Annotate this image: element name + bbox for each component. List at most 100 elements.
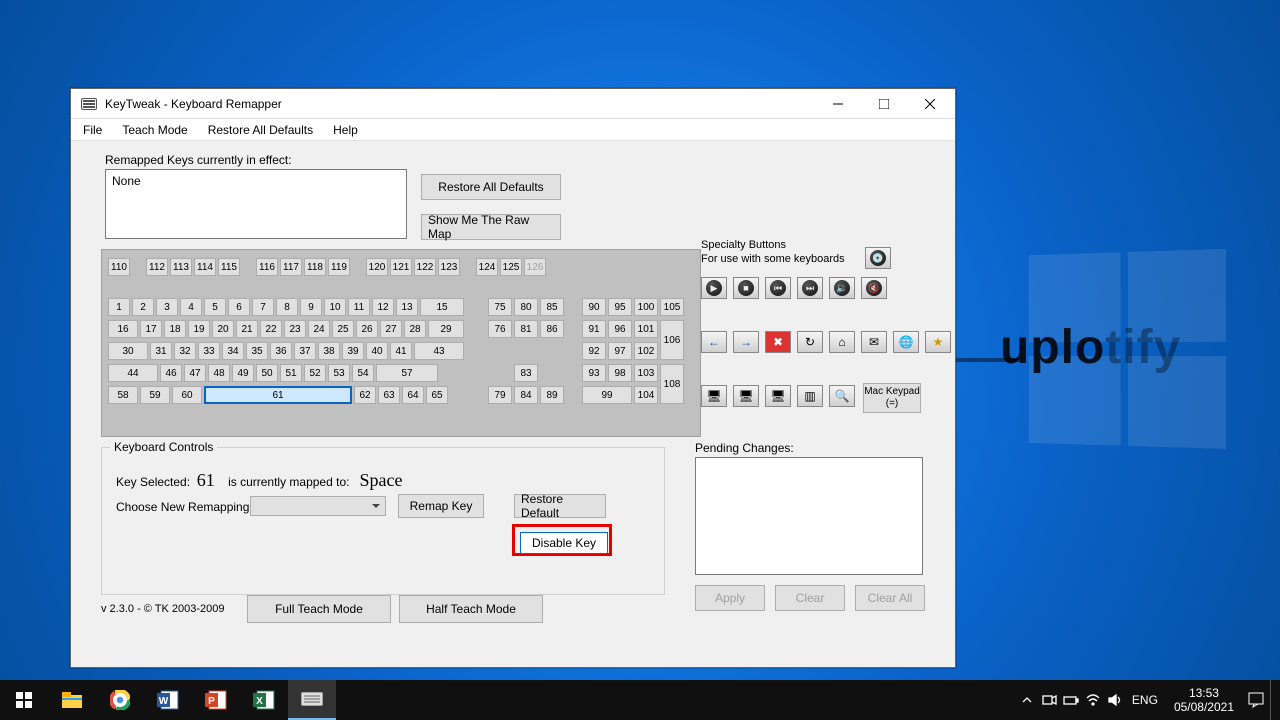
key-83[interactable]: 83: [514, 364, 538, 382]
apply-button[interactable]: Apply: [695, 585, 765, 611]
half-teach-mode-button[interactable]: Half Teach Mode: [399, 595, 543, 623]
media-prev-icon[interactable]: ⏮: [765, 277, 791, 299]
key-64[interactable]: 64: [402, 386, 424, 404]
nav-forward-icon[interactable]: →: [733, 331, 759, 353]
key-37[interactable]: 37: [294, 342, 316, 360]
key-76[interactable]: 76: [488, 320, 512, 338]
key-38[interactable]: 38: [318, 342, 340, 360]
key-115[interactable]: 115: [218, 258, 240, 276]
key-39[interactable]: 39: [342, 342, 364, 360]
key-21[interactable]: 21: [236, 320, 258, 338]
key-108[interactable]: 108: [660, 364, 684, 404]
key-114[interactable]: 114: [194, 258, 216, 276]
search-icon[interactable]: 🔍: [829, 385, 855, 407]
key-63[interactable]: 63: [378, 386, 400, 404]
key-26[interactable]: 26: [356, 320, 378, 338]
key-97[interactable]: 97: [608, 342, 632, 360]
key-28[interactable]: 28: [404, 320, 426, 338]
key-25[interactable]: 25: [332, 320, 354, 338]
key-5[interactable]: 5: [204, 298, 226, 316]
key-59[interactable]: 59: [140, 386, 170, 404]
key-31[interactable]: 31: [150, 342, 172, 360]
tray-volume-icon[interactable]: [1106, 680, 1124, 720]
nav-home-icon[interactable]: ⌂: [829, 331, 855, 353]
media-play-icon[interactable]: ▶: [701, 277, 727, 299]
key-47[interactable]: 47: [184, 364, 206, 382]
key-117[interactable]: 117: [280, 258, 302, 276]
key-13[interactable]: 13: [396, 298, 418, 316]
key-122[interactable]: 122: [414, 258, 436, 276]
key-95[interactable]: 95: [608, 298, 632, 316]
key-27[interactable]: 27: [380, 320, 402, 338]
restore-all-defaults-button[interactable]: Restore All Defaults: [421, 174, 561, 200]
key-105[interactable]: 105: [660, 298, 684, 316]
close-button[interactable]: [907, 89, 953, 119]
key-124[interactable]: 124: [476, 258, 498, 276]
show-raw-map-button[interactable]: Show Me The Raw Map: [421, 214, 561, 240]
key-101[interactable]: 101: [634, 320, 658, 338]
media-stop-icon[interactable]: ■: [733, 277, 759, 299]
key-81[interactable]: 81: [514, 320, 538, 338]
tray-battery-icon[interactable]: [1062, 680, 1080, 720]
favorites-icon[interactable]: ★: [925, 331, 951, 353]
key-29[interactable]: 29: [428, 320, 464, 338]
key-106[interactable]: 106: [660, 320, 684, 360]
key-19[interactable]: 19: [188, 320, 210, 338]
taskbar-powerpoint[interactable]: P: [192, 680, 240, 720]
key-50[interactable]: 50: [256, 364, 278, 382]
key-8[interactable]: 8: [276, 298, 298, 316]
remap-key-button[interactable]: Remap Key: [398, 494, 484, 518]
key-93[interactable]: 93: [582, 364, 606, 382]
key-49[interactable]: 49: [232, 364, 254, 382]
key-23[interactable]: 23: [284, 320, 306, 338]
key-34[interactable]: 34: [222, 342, 244, 360]
taskbar-keytweak[interactable]: [288, 680, 336, 720]
nav-refresh-icon[interactable]: ↻: [797, 331, 823, 353]
key-123[interactable]: 123: [438, 258, 460, 276]
tray-meet-icon[interactable]: [1040, 680, 1058, 720]
key-46[interactable]: 46: [160, 364, 182, 382]
key-53[interactable]: 53: [328, 364, 350, 382]
key-17[interactable]: 17: [140, 320, 162, 338]
key-43[interactable]: 43: [414, 342, 464, 360]
key-44[interactable]: 44: [108, 364, 158, 382]
key-18[interactable]: 18: [164, 320, 186, 338]
key-3[interactable]: 3: [156, 298, 178, 316]
key-89[interactable]: 89: [540, 386, 564, 404]
tray-clock[interactable]: 13:53 05/08/2021: [1166, 686, 1242, 714]
key-80[interactable]: 80: [514, 298, 538, 316]
tray-language[interactable]: ENG: [1128, 693, 1162, 707]
clear-button[interactable]: Clear: [775, 585, 845, 611]
taskbar-word[interactable]: W: [144, 680, 192, 720]
key-91[interactable]: 91: [582, 320, 606, 338]
key-86[interactable]: 86: [540, 320, 564, 338]
key-75[interactable]: 75: [488, 298, 512, 316]
disable-key-button[interactable]: Disable Key: [520, 532, 608, 554]
nav-back-icon[interactable]: ←: [701, 331, 727, 353]
volume-down-icon[interactable]: 🔉: [829, 277, 855, 299]
key-112[interactable]: 112: [146, 258, 168, 276]
key-48[interactable]: 48: [208, 364, 230, 382]
key-16[interactable]: 16: [108, 320, 138, 338]
key-7[interactable]: 7: [252, 298, 274, 316]
key-33[interactable]: 33: [198, 342, 220, 360]
remap-combo[interactable]: [250, 496, 386, 516]
restore-default-button[interactable]: Restore Default: [514, 494, 606, 518]
menu-teachmode[interactable]: Teach Mode: [114, 121, 195, 139]
key-92[interactable]: 92: [582, 342, 606, 360]
tray-chevron-icon[interactable]: [1018, 680, 1036, 720]
calculator-icon[interactable]: 🖥: [733, 385, 759, 407]
taskbar-explorer[interactable]: [48, 680, 96, 720]
remapped-list[interactable]: None: [105, 169, 407, 239]
key-10[interactable]: 10: [324, 298, 346, 316]
key-40[interactable]: 40: [366, 342, 388, 360]
key-60[interactable]: 60: [172, 386, 202, 404]
key-15[interactable]: 15: [420, 298, 464, 316]
key-121[interactable]: 121: [390, 258, 412, 276]
key-113[interactable]: 113: [170, 258, 192, 276]
menu-restore-defaults[interactable]: Restore All Defaults: [200, 121, 321, 139]
key-32[interactable]: 32: [174, 342, 196, 360]
key-30[interactable]: 30: [108, 342, 148, 360]
key-62[interactable]: 62: [354, 386, 376, 404]
bars-icon[interactable]: ▥: [797, 385, 823, 407]
